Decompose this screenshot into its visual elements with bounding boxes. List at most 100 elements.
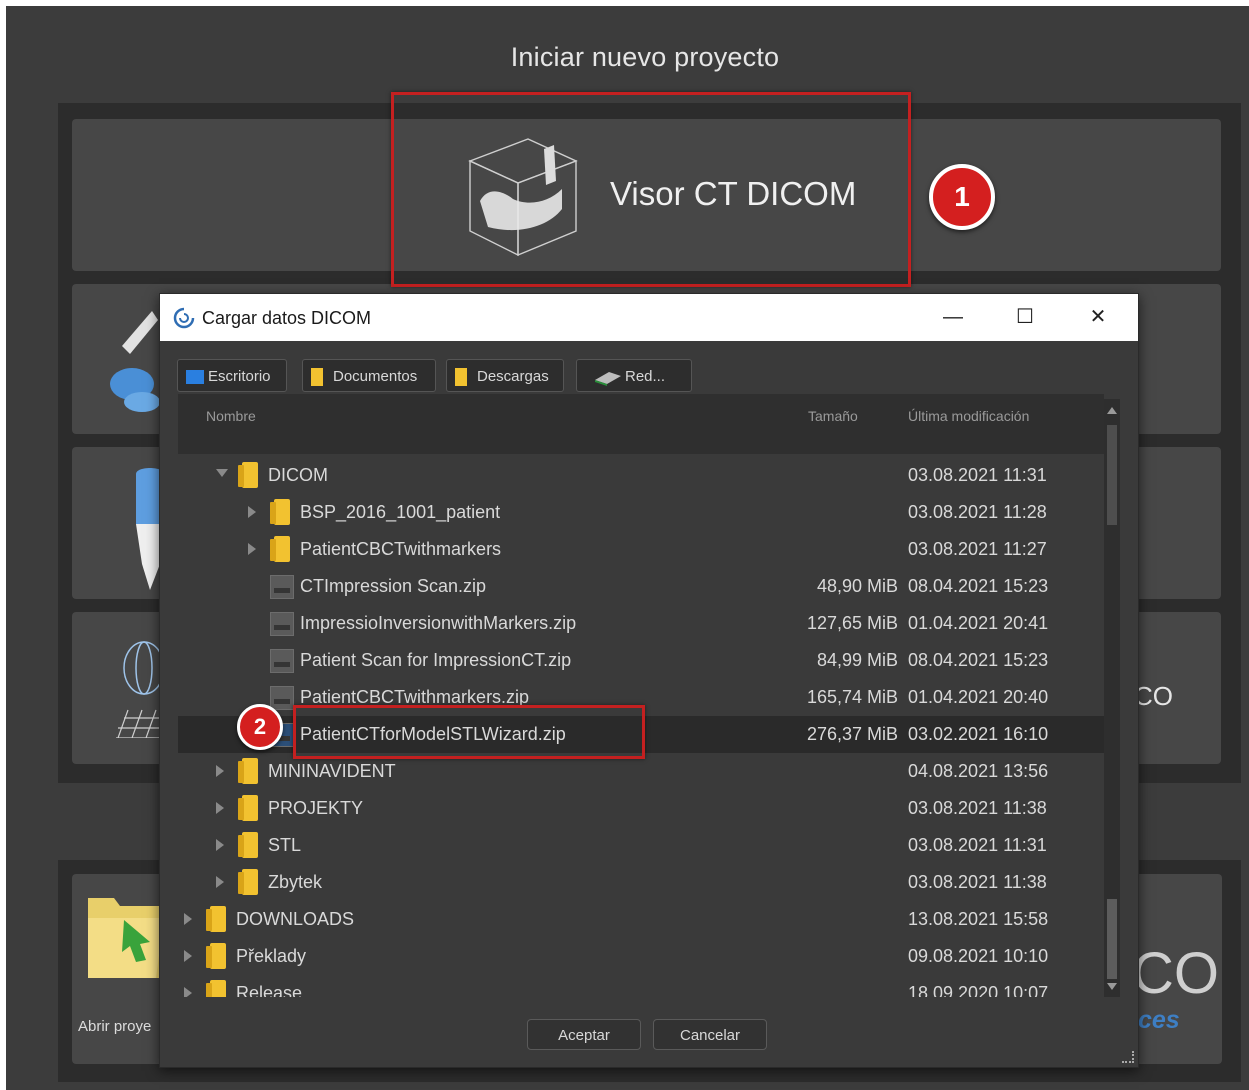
zip-file-icon xyxy=(270,612,294,636)
expand-arrow-icon[interactable] xyxy=(216,765,224,777)
scrollbar-track-segment xyxy=(1107,425,1117,525)
zip-file-icon xyxy=(270,649,294,673)
row-modified: 08.04.2021 15:23 xyxy=(908,576,1049,596)
folder-row[interactable]: STL 03.08.2021 11:31 xyxy=(178,827,1104,864)
app-logo-icon xyxy=(173,307,195,329)
quick-access-label: Documentos xyxy=(333,368,418,385)
brand-logo-fragment: CO xyxy=(1132,941,1219,1006)
row-name: CTImpression Scan.zip xyxy=(300,576,487,596)
scroll-up-icon[interactable] xyxy=(1107,407,1117,414)
row-name: ImpressioInversionwithMarkers.zip xyxy=(300,613,577,633)
folder-icon xyxy=(311,368,323,386)
quick-access-desktop[interactable]: Escritorio xyxy=(177,359,287,392)
row-size: 165,74 MiB xyxy=(806,687,898,707)
quick-access-downloads[interactable]: Descargas xyxy=(446,359,564,392)
file-row[interactable]: Patient Scan for ImpressionCT.zip 84,99 M… xyxy=(178,642,1104,679)
folder-icon xyxy=(206,906,226,932)
dialog-titlebar[interactable]: Cargar datos DICOM — ☐ ✕ xyxy=(160,294,1138,341)
expand-arrow-icon[interactable] xyxy=(216,802,224,814)
collapse-arrow-icon[interactable] xyxy=(216,469,228,477)
scrollbar-thumb[interactable] xyxy=(1107,899,1117,979)
expand-arrow-icon[interactable] xyxy=(184,987,192,997)
column-header-size[interactable]: Tamaño xyxy=(808,408,858,424)
folder-row[interactable]: Překlady 09.08.2021 10:10 xyxy=(178,938,1104,975)
expand-arrow-icon[interactable] xyxy=(216,839,224,851)
row-modified: 03.08.2021 11:38 xyxy=(908,798,1047,818)
folder-row[interactable]: DOWNLOADS 13.08.2021 15:58 xyxy=(178,901,1104,938)
file-list-scrollbar[interactable] xyxy=(1104,399,1120,997)
page-title: Iniciar nuevo proyecto xyxy=(510,42,780,72)
cancel-button[interactable]: Cancelar xyxy=(653,1019,767,1050)
folder-row[interactable]: PROJEKTY 03.08.2021 11:38 xyxy=(178,790,1104,827)
row-modified: 18.09.2020 10:07 xyxy=(908,983,1049,997)
quick-access-label: Descargas xyxy=(477,368,549,385)
folder-row[interactable]: BSP_2016_1001_patient 03.08.2021 11:28 xyxy=(178,494,1104,531)
row-modified: 03.08.2021 11:31 xyxy=(908,835,1047,855)
row-size: 276,37 MiB xyxy=(806,724,898,744)
row-modified: 01.04.2021 20:40 xyxy=(908,687,1049,707)
row-name: DOWNLOADS xyxy=(236,909,355,929)
accept-button[interactable]: Aceptar xyxy=(527,1019,641,1050)
row-name: Zbytek xyxy=(268,872,323,892)
row-size: 84,99 MiB xyxy=(816,650,898,670)
row-name: PatientCBCTwithmarkers xyxy=(300,539,502,559)
brand-logo-subtitle-fragment: ces xyxy=(1138,1006,1180,1034)
row-size: 48,90 MiB xyxy=(816,576,898,596)
row-modified: 03.08.2021 11:31 xyxy=(908,465,1047,485)
folder-icon xyxy=(238,795,258,821)
expand-arrow-icon[interactable] xyxy=(184,950,192,962)
folder-icon xyxy=(455,368,467,386)
folder-icon xyxy=(238,869,258,895)
quick-access-network[interactable]: Red... xyxy=(576,359,692,392)
row-modified: 09.08.2021 10:10 xyxy=(908,946,1049,966)
folder-icon xyxy=(238,758,258,784)
folder-row[interactable]: DICOM 03.08.2021 11:31 xyxy=(178,457,1104,494)
file-row[interactable]: ImpressioInversionwithMarkers.zip 127,65 … xyxy=(178,605,1104,642)
folder-icon xyxy=(238,462,258,488)
expand-arrow-icon[interactable] xyxy=(216,876,224,888)
folder-icon xyxy=(270,499,290,525)
open-project-label: Abrir proye xyxy=(78,1018,152,1035)
dialog-title: Cargar datos DICOM xyxy=(202,308,372,328)
load-dicom-dialog: Cargar datos DICOM — ☐ ✕ Escritorio Docu… xyxy=(159,293,1139,1068)
quick-access-documents[interactable]: Documentos xyxy=(302,359,436,392)
folder-row[interactable]: PatientCBCTwithmarkers 03.08.2021 11:27 xyxy=(178,531,1104,568)
scanner-icon xyxy=(110,311,160,412)
callout-box-1 xyxy=(391,92,911,287)
row-modified: 08.04.2021 15:23 xyxy=(908,650,1049,670)
scroll-down-icon[interactable] xyxy=(1107,983,1117,990)
folder-icon xyxy=(206,980,226,997)
row-modified: 03.08.2021 11:38 xyxy=(908,872,1047,892)
folder-icon xyxy=(238,832,258,858)
row-name: BSP_2016_1001_patient xyxy=(300,502,501,522)
row-name: Release xyxy=(236,983,303,997)
folder-row[interactable]: Zbytek 03.08.2021 11:38 xyxy=(178,864,1104,901)
resize-grip-icon[interactable] xyxy=(1122,1051,1134,1063)
network-icon xyxy=(595,372,621,386)
row-size: 127,65 MiB xyxy=(806,613,898,633)
row-name: DICOM xyxy=(268,465,328,485)
file-row[interactable]: CTImpression Scan.zip 48,90 MiB 08.04.2021… xyxy=(178,568,1104,605)
row-modified: 03.08.2021 11:28 xyxy=(908,502,1047,522)
quick-access-label: Escritorio xyxy=(208,368,271,385)
row-modified: 03.08.2021 11:27 xyxy=(908,539,1047,559)
row-name: PROJEKTY xyxy=(268,798,364,818)
expand-arrow-icon[interactable] xyxy=(248,506,256,518)
row-modified: 13.08.2021 15:58 xyxy=(908,909,1049,929)
expand-arrow-icon[interactable] xyxy=(248,543,256,555)
zip-file-icon xyxy=(270,686,294,710)
desktop-icon xyxy=(186,370,204,384)
minimize-button[interactable]: — xyxy=(933,301,973,333)
row-name: MININAVIDENT xyxy=(268,761,396,781)
quick-access-label: Red... xyxy=(625,368,666,385)
close-button[interactable]: ✕ xyxy=(1078,301,1118,333)
maximize-button[interactable]: ☐ xyxy=(1005,301,1045,333)
expand-arrow-icon[interactable] xyxy=(184,913,192,925)
column-header-modified[interactable]: Última modificación xyxy=(908,408,1029,424)
tile-4-label-fragment: CO xyxy=(1134,681,1173,711)
folder-row[interactable]: Release 18.09.2020 10:07 xyxy=(178,975,1104,997)
column-header-name[interactable]: Nombre xyxy=(206,408,256,424)
callout-box-2 xyxy=(293,705,645,759)
row-modified: 03.02.2021 16:10 xyxy=(908,724,1049,744)
folder-icon xyxy=(270,536,290,562)
